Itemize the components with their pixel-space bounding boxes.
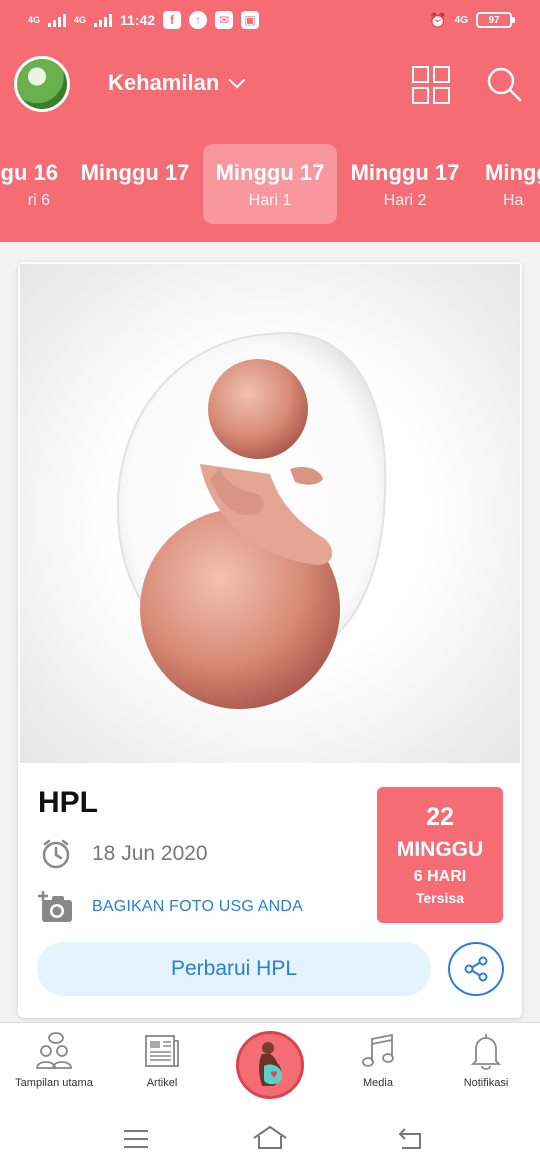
nav-home[interactable]: Tampilan utama	[0, 1031, 108, 1089]
battery-icon: 97	[476, 12, 515, 28]
back-icon[interactable]	[396, 1126, 426, 1152]
add-photo-icon[interactable]	[38, 890, 74, 924]
signal-icon	[48, 13, 67, 27]
due-date: 18 Jun 2020	[92, 842, 208, 865]
tab-day-label: Hari 1	[248, 192, 292, 209]
tab-day-label: Hari 2	[383, 192, 427, 209]
tab-week-label: Minggu 17	[350, 160, 460, 185]
network-type-2: 4G	[74, 15, 87, 25]
nav-label: Notifikasi	[463, 1077, 509, 1089]
bottom-navigation: Tampilan utama Artikel Media Notifikasi	[0, 1022, 540, 1110]
tab-week-label: Minggu 17	[215, 160, 325, 185]
signal-icon-2	[94, 13, 113, 27]
network-type: 4G	[28, 15, 41, 25]
people-icon	[36, 1032, 72, 1069]
clock-time: 11:42	[120, 12, 156, 28]
week-tabs: gu 16 ri 6 Minggu 17 Minggu 17 Hari 1 Mi…	[0, 144, 540, 224]
status-bar: 4G 4G 11:42 f ↑ ✉ ▣ ⏰ 4G 97	[0, 0, 540, 40]
tab-day-label: ri 6	[27, 192, 50, 209]
countdown-weeks-label: MINGGU	[396, 838, 484, 861]
upload-icon: ↑	[189, 11, 208, 29]
battery-level: 97	[488, 14, 500, 26]
countdown-days: 6 HARI	[413, 868, 467, 885]
tab-week-17[interactable]: Minggu 17	[68, 144, 202, 224]
update-hpl-button[interactable]: Perbarui HPL	[37, 942, 431, 996]
nav-label: Media	[363, 1077, 393, 1089]
tab-next[interactable]: Mingg Ha	[473, 144, 540, 224]
menu-icon[interactable]	[122, 1128, 150, 1150]
countdown-remaining: Tersisa	[416, 890, 464, 906]
alarm-icon: ⏰	[429, 11, 447, 28]
top-bar: Kehamilan	[0, 52, 540, 116]
home-icon[interactable]	[252, 1124, 288, 1152]
nav-media[interactable]: Media	[324, 1031, 432, 1089]
grid-icon[interactable]	[412, 66, 450, 104]
tab-week-label: Minggu 17	[80, 160, 190, 185]
article-icon	[145, 1035, 179, 1067]
tab-week-16-day-6[interactable]: gu 16 ri 6	[0, 144, 68, 224]
nav-label: Artikel	[146, 1077, 178, 1089]
fetus-image	[20, 264, 520, 763]
hpl-heading: HPL	[38, 786, 98, 819]
tab-week-17-day-1[interactable]: Minggu 17 Hari 1	[203, 144, 337, 224]
pregnancy-card: HPL 18 Jun 2020 BAGIKAN FOTO USG ANDA 22…	[18, 262, 522, 1018]
share-icon	[464, 956, 488, 982]
page-title: Kehamilan	[108, 70, 220, 95]
gallery-icon: ▣	[241, 11, 260, 29]
tab-week-17-day-2[interactable]: Minggu 17 Hari 2	[338, 144, 472, 224]
system-navigation-bar	[0, 1110, 540, 1170]
share-button[interactable]	[448, 942, 504, 996]
network-type-3: 4G	[454, 14, 468, 26]
clock-icon	[42, 839, 70, 869]
nav-articles[interactable]: Artikel	[108, 1031, 216, 1089]
countdown-badge: 22 MINGGU 6 HARI Tersisa	[377, 787, 503, 923]
tab-week-label: Mingg	[485, 160, 540, 185]
facebook-icon: f	[163, 11, 182, 29]
nav-label: Tampilan utama	[15, 1077, 93, 1089]
search-icon[interactable]	[486, 66, 522, 102]
pregnancy-icon	[259, 1042, 283, 1086]
avatar[interactable]	[14, 56, 70, 112]
app-header: 4G 4G 11:42 f ↑ ✉ ▣ ⏰ 4G 97 Kehamilan gu…	[0, 0, 540, 242]
countdown-weeks-number: 22	[426, 803, 454, 831]
tab-week-label: gu 16	[0, 160, 58, 185]
pregnancy-center-button[interactable]	[236, 1031, 304, 1099]
share-usg-link[interactable]: BAGIKAN FOTO USG ANDA	[92, 898, 303, 916]
mail-icon: ✉	[215, 11, 234, 29]
chevron-down-icon	[228, 71, 246, 89]
music-icon	[362, 1033, 394, 1067]
bell-icon	[470, 1034, 502, 1070]
mode-selector[interactable]: Kehamilan	[108, 70, 246, 96]
tab-day-label: Ha	[503, 192, 524, 209]
nav-notifications[interactable]: Notifikasi	[432, 1031, 540, 1089]
